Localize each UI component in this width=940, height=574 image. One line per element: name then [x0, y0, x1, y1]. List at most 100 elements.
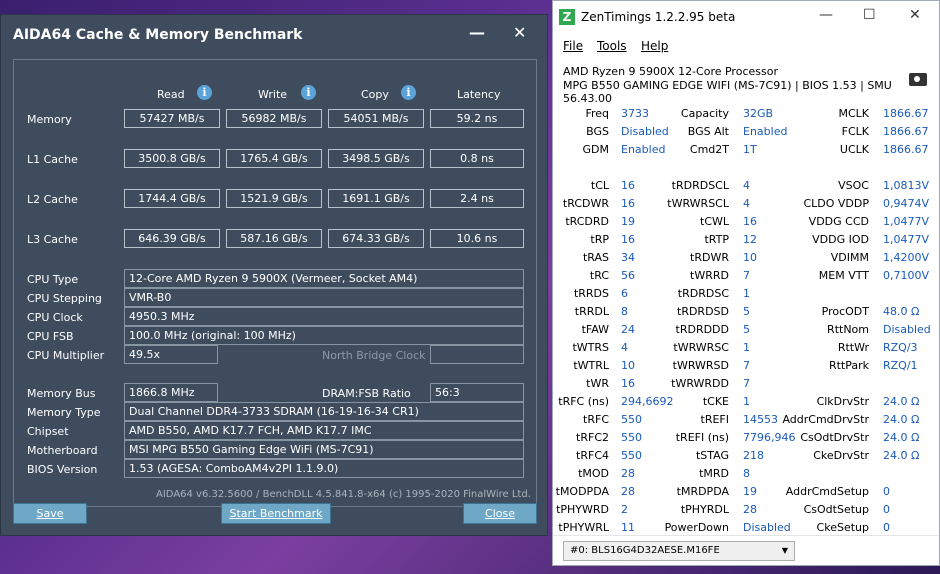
l3-read: 646.39 GB/s	[124, 229, 220, 248]
timing-value: 24.0 Ω	[883, 431, 920, 444]
zentimings-title: ZenTimings 1.2.2.95 beta	[581, 10, 736, 24]
aida64-titlebar[interactable]: AIDA64 Cache & Memory Benchmark — ✕	[1, 15, 547, 53]
minimize-icon[interactable]: —	[469, 23, 485, 42]
timing-value: 5	[743, 305, 750, 318]
copy-info-icon[interactable]: i	[401, 85, 416, 100]
timing-value: Enabled	[743, 125, 788, 138]
timing-label: tCL	[590, 179, 609, 192]
timing-label: tREFI	[700, 413, 729, 426]
timing-label: tRCDRD	[565, 215, 609, 228]
timing-value: 6	[621, 287, 628, 300]
timing-value: 24	[621, 323, 635, 336]
timing-value: 4	[621, 341, 628, 354]
start-benchmark-button[interactable]: Start Benchmark	[221, 503, 331, 524]
timing-value: 294,6692	[621, 395, 674, 408]
timing-value: 10	[743, 251, 757, 264]
row-label-l3: L3 Cache	[27, 233, 78, 246]
memory-module-select[interactable]: #0: BLS16G4D32AESE.M16FE ▼	[563, 541, 795, 561]
timing-label: ProcODT	[821, 305, 869, 318]
timing-value: 1,4200V	[883, 251, 930, 264]
timing-label: tMRD	[699, 467, 729, 480]
timing-label: BGS	[586, 125, 609, 138]
close-button[interactable]: Close	[463, 503, 537, 524]
aida64-title: AIDA64 Cache & Memory Benchmark	[13, 27, 303, 43]
zentimings-titlebar[interactable]: Z ZenTimings 1.2.2.95 beta — ☐ ✕	[553, 1, 939, 33]
timing-value: 7	[743, 377, 750, 390]
timing-label: tRP	[590, 233, 609, 246]
timing-label: tWTRL	[573, 359, 609, 372]
header-latency: Latency	[457, 88, 501, 101]
read-info-icon[interactable]: i	[197, 85, 212, 100]
timing-label: RttPark	[828, 359, 869, 372]
menu-file[interactable]: File	[563, 39, 583, 53]
chevron-down-icon: ▼	[781, 546, 788, 555]
memory-bus-value: 1866.8 MHz	[124, 383, 218, 402]
close-icon[interactable]: ✕	[513, 23, 526, 42]
memory-module-selected: #0: BLS16G4D32AESE.M16FE	[570, 545, 720, 556]
timing-label: AddrCmdDrvStr	[782, 413, 869, 426]
maximize-icon[interactable]: ☐	[863, 7, 876, 23]
timing-label: tRRDL	[574, 305, 609, 318]
timing-value: RZQ/1	[883, 359, 918, 372]
timing-value: 1866.67	[883, 125, 929, 138]
timing-value: 12	[743, 233, 757, 246]
timing-label: tPHYRDL	[680, 503, 729, 516]
l2-copy: 1691.1 GB/s	[328, 189, 424, 208]
menu-help[interactable]: Help	[641, 39, 668, 53]
timing-value: 28	[621, 485, 635, 498]
timing-value: 32GB	[743, 107, 774, 120]
timing-label: tPHYWRD	[556, 503, 609, 516]
memory-read: 57427 MB/s	[124, 109, 220, 128]
timing-value: 28	[621, 467, 635, 480]
timing-value: 0	[883, 485, 890, 498]
cpu-fsb-label: CPU FSB	[27, 330, 74, 343]
timing-label: MCLK	[838, 107, 869, 120]
timing-value: 4	[743, 197, 750, 210]
timing-label: tWRWRSCL	[667, 197, 729, 210]
close-icon[interactable]: ✕	[909, 7, 921, 23]
north-bridge-clock-label: North Bridge Clock	[322, 349, 426, 362]
cpu-stepping-value: VMR-B0	[124, 288, 524, 307]
cpu-multiplier-label: CPU Multiplier	[27, 349, 105, 362]
write-info-icon[interactable]: i	[301, 85, 316, 100]
timing-label: VDDG IOD	[812, 233, 869, 246]
timing-value: 0	[883, 503, 890, 516]
timing-label: CsOdtDrvStr	[800, 431, 869, 444]
minimize-icon[interactable]: —	[819, 7, 833, 23]
timing-value: 1	[743, 341, 750, 354]
l1-read: 3500.8 GB/s	[124, 149, 220, 168]
timing-value: 19	[621, 215, 635, 228]
cpu-stepping-label: CPU Stepping	[27, 292, 102, 305]
timing-value: 2	[621, 503, 628, 516]
menu-tools[interactable]: Tools	[597, 39, 627, 53]
timing-value: 16	[621, 233, 635, 246]
l3-latency: 10.6 ns	[430, 229, 524, 248]
timing-label: tWR	[586, 377, 609, 390]
timing-label: MEM VTT	[818, 269, 869, 282]
save-button[interactable]: Save	[13, 503, 87, 524]
timing-value: 1	[743, 287, 750, 300]
header-copy: Copy	[361, 88, 389, 101]
timing-value: 8	[743, 467, 750, 480]
timing-value: 1T	[743, 143, 757, 156]
memory-bus-label: Memory Bus	[27, 387, 96, 400]
memory-write: 56982 MB/s	[226, 109, 322, 128]
timing-value: 550	[621, 413, 642, 426]
timing-label: Capacity	[680, 107, 729, 120]
timing-label: tRDRDSCL	[671, 179, 729, 192]
timing-label: tWRWRSC	[673, 341, 729, 354]
timing-label: tRDRDDD	[675, 323, 729, 336]
motherboard-value: MSI MPG B550 Gaming Edge WiFi (MS-7C91)	[124, 440, 524, 459]
timing-value: 1,0813V	[883, 179, 930, 192]
timing-label: CkeDrvStr	[813, 449, 869, 462]
cpu-type-value: 12-Core AMD Ryzen 9 5900X (Vermeer, Sock…	[124, 269, 524, 288]
timing-value: 16	[621, 377, 635, 390]
chipset-label: Chipset	[27, 425, 69, 438]
timing-value: 0,7100V	[883, 269, 930, 282]
l1-latency: 0.8 ns	[430, 149, 524, 168]
row-label-memory: Memory	[27, 113, 72, 126]
cpu-clock-label: CPU Clock	[27, 311, 83, 324]
timing-label: tWRRD	[690, 269, 729, 282]
timing-value: 550	[621, 449, 642, 462]
l2-latency: 2.4 ns	[430, 189, 524, 208]
